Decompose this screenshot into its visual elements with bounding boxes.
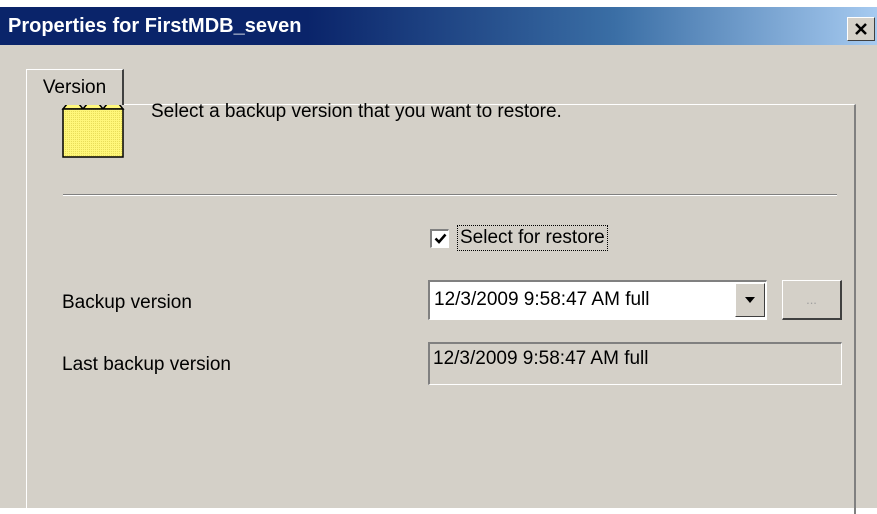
checkmark-icon (434, 233, 446, 244)
tab-version[interactable]: Version (26, 69, 124, 105)
tab-version-label: Version (42, 76, 107, 98)
backup-version-value: 12/3/2009 9:58:47 AM full (434, 289, 650, 310)
select-for-restore-label[interactable]: Select for restore (457, 225, 608, 251)
close-button[interactable] (847, 17, 875, 41)
title-bar: Properties for FirstMDB_seven (0, 7, 877, 45)
window-title: Properties for FirstMDB_seven (8, 15, 302, 37)
chevron-down-icon (745, 297, 755, 303)
select-for-restore-row[interactable]: Select for restore (430, 223, 608, 253)
backup-version-label: Backup version (62, 292, 192, 313)
separator (63, 194, 837, 196)
dropdown-button[interactable] (735, 283, 765, 317)
instruction-text: Select a backup version that you want to… (151, 101, 562, 122)
last-backup-version-field: 12/3/2009 9:58:47 AM full (428, 342, 842, 385)
last-backup-version-label: Last backup version (62, 354, 231, 375)
browse-button-label: ... (806, 292, 817, 307)
close-icon (855, 23, 867, 35)
last-backup-version-value: 12/3/2009 9:58:47 AM full (433, 348, 649, 369)
backup-version-select[interactable]: 12/3/2009 9:58:47 AM full (428, 280, 767, 320)
browse-button[interactable]: ... (782, 280, 842, 320)
select-for-restore-checkbox[interactable] (430, 228, 449, 248)
folder-icon (61, 103, 125, 158)
